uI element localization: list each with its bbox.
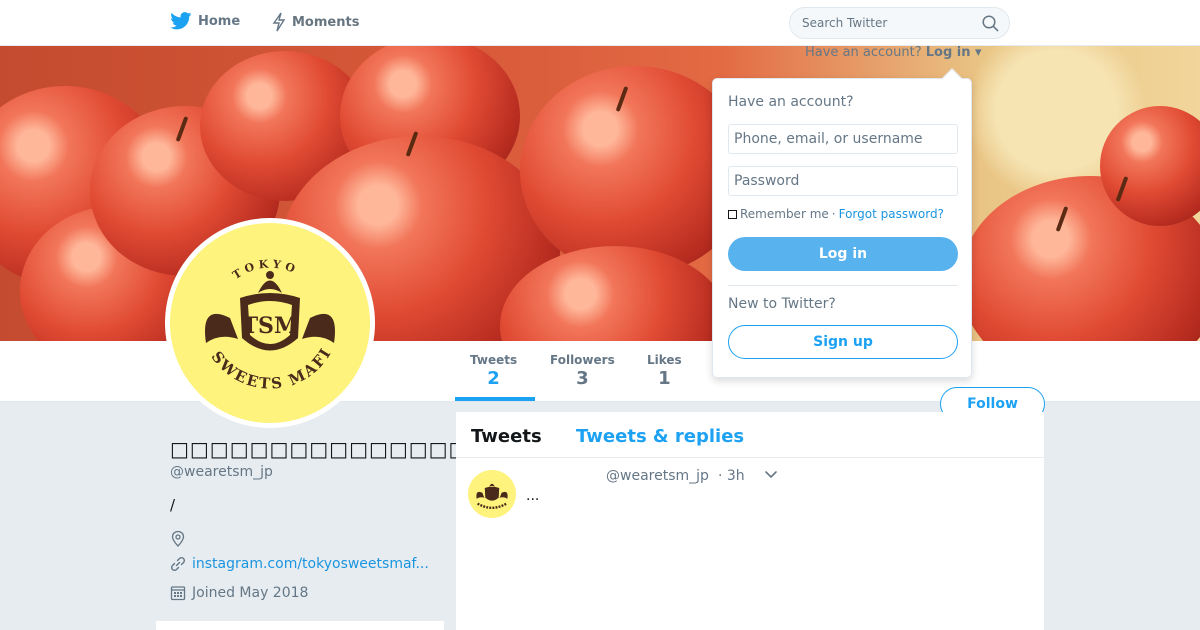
login-hint-text: Have an account? <box>805 45 922 60</box>
search-icon[interactable] <box>982 15 999 32</box>
profile-location-row <box>170 530 192 548</box>
tweet-text: ... <box>526 488 540 504</box>
login-dropdown-toggle[interactable]: Log in ▾ <box>926 45 982 60</box>
timeline-tabs: Tweets Tweets & replies <box>456 412 1044 458</box>
login-link-label: Log in <box>925 45 971 60</box>
nav-home-label: Home <box>198 13 241 29</box>
tweet-author-handle[interactable]: @wearetsm_jp <box>606 468 709 484</box>
remember-row: Remember me · Forgot password? <box>728 207 944 221</box>
active-stat-underline <box>455 397 535 401</box>
profile-handle[interactable]: @wearetsm_jp <box>170 464 273 480</box>
new-to-twitter-heading: New to Twitter? <box>728 296 836 312</box>
remember-me-checkbox[interactable] <box>728 209 737 219</box>
profile-joined-row: Joined May 2018 <box>170 584 308 601</box>
svg-text:TOKYO: TOKYO <box>230 257 300 281</box>
tweet-item[interactable]: @wearetsm_jp · 3h ... <box>456 458 1044 538</box>
stat-likes-value: 1 <box>658 368 671 389</box>
forgot-password-link[interactable]: Forgot password? <box>839 207 944 221</box>
remember-me-label: Remember me <box>740 207 829 221</box>
twitter-bird-icon <box>170 12 192 30</box>
top-navigation-bar: Home Moments <box>0 0 1200 46</box>
stat-followers-value: 3 <box>576 368 589 389</box>
tab-tweets-and-replies[interactable]: Tweets & replies <box>576 426 744 447</box>
search-input[interactable] <box>790 8 970 38</box>
profile-display-name: □□□□□□□□□□□□□□□ <box>170 437 469 461</box>
sweets-mafia-logo-small <box>476 483 508 509</box>
login-dropdown-heading: Have an account? <box>728 94 854 110</box>
sweets-mafia-logo: TOKYO TSM SWEETS MAFIA <box>162 209 335 393</box>
stat-likes[interactable]: Likes 1 <box>647 353 682 389</box>
login-hint: Have an account? Log in ▾ <box>805 45 982 60</box>
stat-tweets-label: Tweets <box>470 353 518 367</box>
profile-avatar[interactable]: TOKYO TSM SWEETS MAFIA <box>162 209 375 428</box>
location-pin-icon <box>171 530 185 547</box>
profile-bio: / <box>170 496 176 514</box>
calendar-icon <box>170 586 186 601</box>
profile-website-row: instagram.com/tokyosweetsmaf... <box>170 556 429 572</box>
profile-website-link[interactable]: instagram.com/tokyosweetsmaf... <box>192 556 429 572</box>
login-dropdown: Have an account? Remember me · Forgot pa… <box>712 68 972 378</box>
chevron-down-icon[interactable] <box>764 470 778 480</box>
stat-followers-label: Followers <box>550 353 615 367</box>
login-button[interactable]: Log in <box>728 237 958 271</box>
password-field[interactable] <box>728 166 958 196</box>
tweet-avatar[interactable] <box>468 470 516 518</box>
lightning-icon <box>272 12 286 32</box>
signup-button[interactable]: Sign up <box>728 325 958 359</box>
tab-tweets[interactable]: Tweets <box>471 426 542 447</box>
tweet-timestamp[interactable]: · 3h <box>718 468 745 484</box>
remember-separator: · <box>831 207 836 221</box>
stat-followers[interactable]: Followers 3 <box>550 353 615 389</box>
stat-tweets-value: 2 <box>487 368 500 389</box>
stat-tweets[interactable]: Tweets 2 <box>470 353 517 389</box>
left-sidebar-card <box>156 621 444 630</box>
dropdown-divider <box>728 285 958 286</box>
search-box <box>789 7 1010 39</box>
profile-joined-date: Joined May 2018 <box>192 584 309 601</box>
svg-text:TSM: TSM <box>242 313 299 339</box>
nav-moments-label: Moments <box>292 14 360 30</box>
timeline: Tweets Tweets & replies @wearetsm_jp · 3… <box>456 412 1044 630</box>
stat-likes-label: Likes <box>647 353 682 367</box>
username-field[interactable] <box>728 124 958 154</box>
nav-home[interactable]: Home <box>170 12 240 30</box>
nav-moments[interactable]: Moments <box>272 12 359 32</box>
link-icon <box>170 556 186 572</box>
